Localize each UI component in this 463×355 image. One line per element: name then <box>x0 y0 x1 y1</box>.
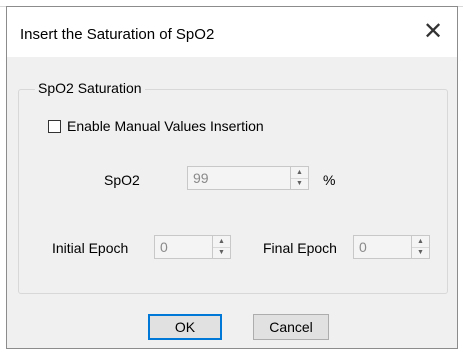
cancel-button[interactable]: Cancel <box>253 314 329 340</box>
final-epoch-spinner-buttons[interactable]: ▲ ▼ <box>411 236 429 258</box>
title-bar: Insert the Saturation of SpO2 ✕ <box>7 7 457 57</box>
spo2-saturation-group: SpO2 Saturation Enable Manual Values Ins… <box>18 80 448 294</box>
initial-epoch-value[interactable]: 0 <box>155 236 212 258</box>
saturation-dialog: Insert the Saturation of SpO2 ✕ SpO2 Sat… <box>6 6 458 349</box>
spo2-label: SpO2 <box>104 172 140 188</box>
spinner-up-icon[interactable]: ▲ <box>291 167 308 179</box>
spinner-up-icon[interactable]: ▲ <box>213 236 230 248</box>
manual-insertion-label: Enable Manual Values Insertion <box>67 118 264 134</box>
spinner-up-icon[interactable]: ▲ <box>412 236 429 248</box>
spinner-down-icon[interactable]: ▼ <box>291 179 308 190</box>
close-icon[interactable]: ✕ <box>419 18 447 46</box>
manual-insertion-checkbox-row[interactable]: Enable Manual Values Insertion <box>48 118 264 134</box>
initial-epoch-label: Initial Epoch <box>52 240 129 256</box>
manual-insertion-checkbox[interactable] <box>48 119 61 133</box>
group-label: SpO2 Saturation <box>35 80 145 96</box>
ok-button[interactable]: OK <box>148 314 222 340</box>
spinner-down-icon[interactable]: ▼ <box>213 248 230 259</box>
spo2-spinner[interactable]: 99 ▲ ▼ <box>187 166 309 190</box>
spo2-value[interactable]: 99 <box>188 167 290 189</box>
initial-epoch-spinner[interactable]: 0 ▲ ▼ <box>154 235 231 259</box>
spo2-unit: % <box>323 172 336 188</box>
final-epoch-value[interactable]: 0 <box>354 236 411 258</box>
spinner-down-icon[interactable]: ▼ <box>412 248 429 259</box>
dialog-title: Insert the Saturation of SpO2 <box>20 26 215 43</box>
final-epoch-spinner[interactable]: 0 ▲ ▼ <box>353 235 430 259</box>
spo2-spinner-buttons[interactable]: ▲ ▼ <box>290 167 308 189</box>
final-epoch-label: Final Epoch <box>263 240 337 256</box>
initial-epoch-spinner-buttons[interactable]: ▲ ▼ <box>212 236 230 258</box>
